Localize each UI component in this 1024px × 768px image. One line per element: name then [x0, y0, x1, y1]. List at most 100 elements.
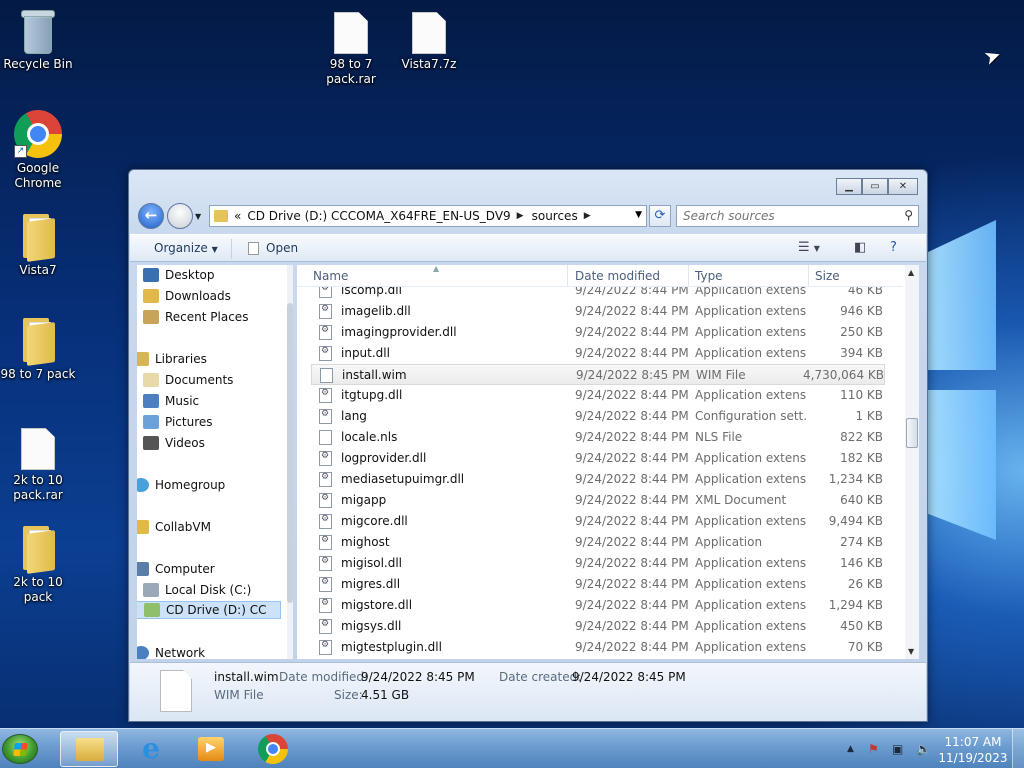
column-divider[interactable] — [567, 265, 568, 287]
sort-ascending-icon: ▲ — [433, 265, 440, 273]
file-icon — [21, 428, 55, 470]
clock[interactable]: 11:07 AM 11/19/2023 — [938, 734, 1008, 766]
network-icon[interactable]: ▣ — [892, 742, 903, 756]
column-divider[interactable] — [688, 265, 689, 287]
address-overflow[interactable]: « — [234, 209, 241, 223]
folder-icon — [21, 526, 55, 574]
file-row[interactable]: mighost 9/24/2022 8:44 PM Application 274 K… — [311, 532, 885, 553]
file-row[interactable]: migtestplugin.dll 9/24/2022 8:44 PM Applic… — [311, 637, 885, 658]
file-list-scrollbar[interactable]: ▲ ▼ — [905, 265, 919, 659]
desktop-icon-2k-to-10-pack-rar[interactable]: 2k to 10 pack.rar — [0, 428, 76, 503]
file-name: mighost — [341, 535, 390, 549]
nav-scrollbar[interactable] — [287, 265, 293, 659]
show-hidden-icons-icon[interactable]: ▲ — [847, 744, 854, 754]
desktop-icon-vista7-7z[interactable]: Vista7.7z — [391, 12, 467, 72]
file-row[interactable]: lang 9/24/2022 8:44 PM Configuration sett.… — [311, 406, 885, 427]
nav-item-local-disk[interactable]: Local Disk (C:) — [143, 581, 251, 599]
navigation-pane: Desktop Downloads Recent Places Librarie… — [137, 265, 293, 659]
file-row[interactable]: migsys.dll 9/24/2022 8:44 PM Application e… — [311, 616, 885, 637]
desktop-icon-vista7[interactable]: Vista7 — [0, 214, 76, 278]
recent-pages-dropdown[interactable]: ▼ — [195, 212, 201, 221]
breadcrumb-sources[interactable]: sources — [532, 209, 578, 223]
column-size[interactable]: Size — [815, 269, 840, 283]
desktop-icon-98-to-7-pack[interactable]: 98 to 7 pack — [0, 318, 76, 382]
breadcrumb-chevron-icon[interactable]: ▶ — [517, 211, 524, 221]
refresh-button[interactable]: ⟳ — [649, 205, 671, 227]
nav-item-music[interactable]: Music — [143, 392, 199, 410]
nav-item-computer[interactable]: Computer — [137, 560, 215, 578]
scrollbar-thumb[interactable] — [906, 418, 918, 448]
file-row[interactable]: locale.nls 9/24/2022 8:44 PM NLS File 822 K… — [311, 427, 885, 448]
breadcrumb-chevron-icon[interactable]: ▶ — [584, 211, 591, 221]
nav-item-label: CD Drive (D:) CC — [166, 603, 267, 617]
file-name: migapp — [341, 493, 387, 507]
preview-pane-button[interactable]: ◧ — [854, 240, 866, 255]
organize-button[interactable]: Organize ▼ — [154, 241, 218, 255]
file-row[interactable]: migstore.dll 9/24/2022 8:44 PM Application… — [311, 595, 885, 616]
column-divider[interactable] — [808, 265, 809, 287]
nav-item-desktop[interactable]: Desktop — [143, 266, 215, 284]
file-row[interactable]: imagelib.dll 9/24/2022 8:44 PM Application… — [311, 301, 885, 322]
address-bar[interactable]: « CD Drive (D:) CCCOMA_X64FRE_EN-US_DV9 … — [209, 205, 647, 227]
taskbar-chrome[interactable] — [244, 731, 302, 767]
show-desktop-button[interactable] — [1012, 729, 1024, 768]
forward-button[interactable] — [167, 203, 193, 229]
nav-item-libraries[interactable]: Libraries — [137, 350, 207, 368]
nav-item-pictures[interactable]: Pictures — [143, 413, 213, 431]
open-button[interactable]: Open — [248, 241, 298, 255]
taskbar-file-explorer[interactable] — [60, 731, 118, 767]
column-name[interactable]: Name — [313, 269, 348, 283]
nav-item-documents[interactable]: Documents — [143, 371, 233, 389]
search-input[interactable] — [683, 206, 893, 226]
back-button[interactable]: ← — [138, 203, 164, 229]
desktop-icon-google-chrome[interactable]: ↗ Google Chrome — [0, 110, 76, 191]
desktop-icon-2k-to-10-pack[interactable]: 2k to 10 pack — [0, 526, 76, 605]
file-row[interactable]: install.wim 9/24/2022 8:45 PM WIM File 4,73… — [311, 364, 885, 385]
change-view-button[interactable]: ☰ ▼ — [798, 240, 820, 255]
file-row[interactable]: migapp 9/24/2022 8:44 PM XML Document 640 K… — [311, 490, 885, 511]
start-button[interactable] — [0, 730, 40, 768]
taskbar-internet-explorer[interactable]: e — [122, 731, 180, 767]
file-size: 1,294 KB — [828, 598, 883, 612]
column-date-modified[interactable]: Date modified — [575, 269, 660, 283]
file-row[interactable]: migres.dll 9/24/2022 8:44 PM Application e… — [311, 574, 885, 595]
column-type[interactable]: Type — [695, 269, 723, 283]
file-size: 822 KB — [840, 430, 883, 444]
file-row[interactable]: migcore.dll 9/24/2022 8:44 PM Application … — [311, 511, 885, 532]
taskbar-media-player[interactable] — [182, 731, 240, 767]
minimize-button[interactable]: ▁ — [836, 178, 862, 195]
nav-item-videos[interactable]: Videos — [143, 434, 205, 452]
search-box[interactable]: ⚲ — [676, 205, 919, 227]
maximize-button[interactable]: ▭ — [862, 178, 888, 195]
desktop-icon-label: Google Chrome — [14, 161, 62, 190]
nav-item-recent-places[interactable]: Recent Places — [143, 308, 248, 326]
desktop-icon-recycle-bin[interactable]: Recycle Bin — [0, 8, 76, 72]
file-row[interactable]: logprovider.dll 9/24/2022 8:44 PM Applicat… — [311, 448, 885, 469]
action-center-icon[interactable]: ⚑ — [868, 742, 879, 756]
nav-item-network[interactable]: Network — [137, 644, 205, 659]
file-row[interactable]: itgtupg.dll 9/24/2022 8:44 PM Application … — [311, 385, 885, 406]
file-row[interactable]: input.dll 9/24/2022 8:44 PM Application ex… — [311, 343, 885, 364]
file-size: 394 KB — [840, 346, 883, 360]
file-name: migres.dll — [341, 577, 401, 591]
close-button[interactable]: ✕ — [888, 178, 918, 195]
nav-item-collabvm[interactable]: CollabVM — [137, 518, 211, 536]
nav-scrollbar-thumb[interactable] — [287, 303, 293, 603]
file-name: migsys.dll — [341, 619, 402, 633]
scroll-down-icon[interactable]: ▼ — [908, 647, 914, 656]
scroll-up-icon[interactable]: ▲ — [908, 268, 914, 277]
help-icon[interactable]: ? — [890, 240, 897, 255]
desktop-icon-98-to-7-pack-rar[interactable]: 98 to 7 pack.rar — [313, 12, 389, 87]
address-dropdown-icon[interactable]: ▼ — [635, 210, 642, 220]
folder-icon — [214, 210, 228, 222]
file-row[interactable]: migisol.dll 9/24/2022 8:44 PM Application … — [311, 553, 885, 574]
nav-item-cd-drive[interactable]: CD Drive (D:) CC — [137, 601, 281, 619]
file-row[interactable]: imagingprovider.dll 9/24/2022 8:44 PM Appl… — [311, 322, 885, 343]
nav-item-downloads[interactable]: Downloads — [143, 287, 231, 305]
nav-item-homegroup[interactable]: Homegroup — [137, 476, 225, 494]
details-file-type: WIM File — [214, 688, 264, 702]
volume-muted-icon[interactable]: 🔈 — [916, 742, 931, 756]
file-date-modified: 9/24/2022 8:44 PM — [575, 430, 689, 444]
file-row[interactable]: mediasetupuimgr.dll 9/24/2022 8:44 PM Appl… — [311, 469, 885, 490]
breadcrumb-cd-drive[interactable]: CD Drive (D:) CCCOMA_X64FRE_EN-US_DV9 — [247, 209, 510, 223]
